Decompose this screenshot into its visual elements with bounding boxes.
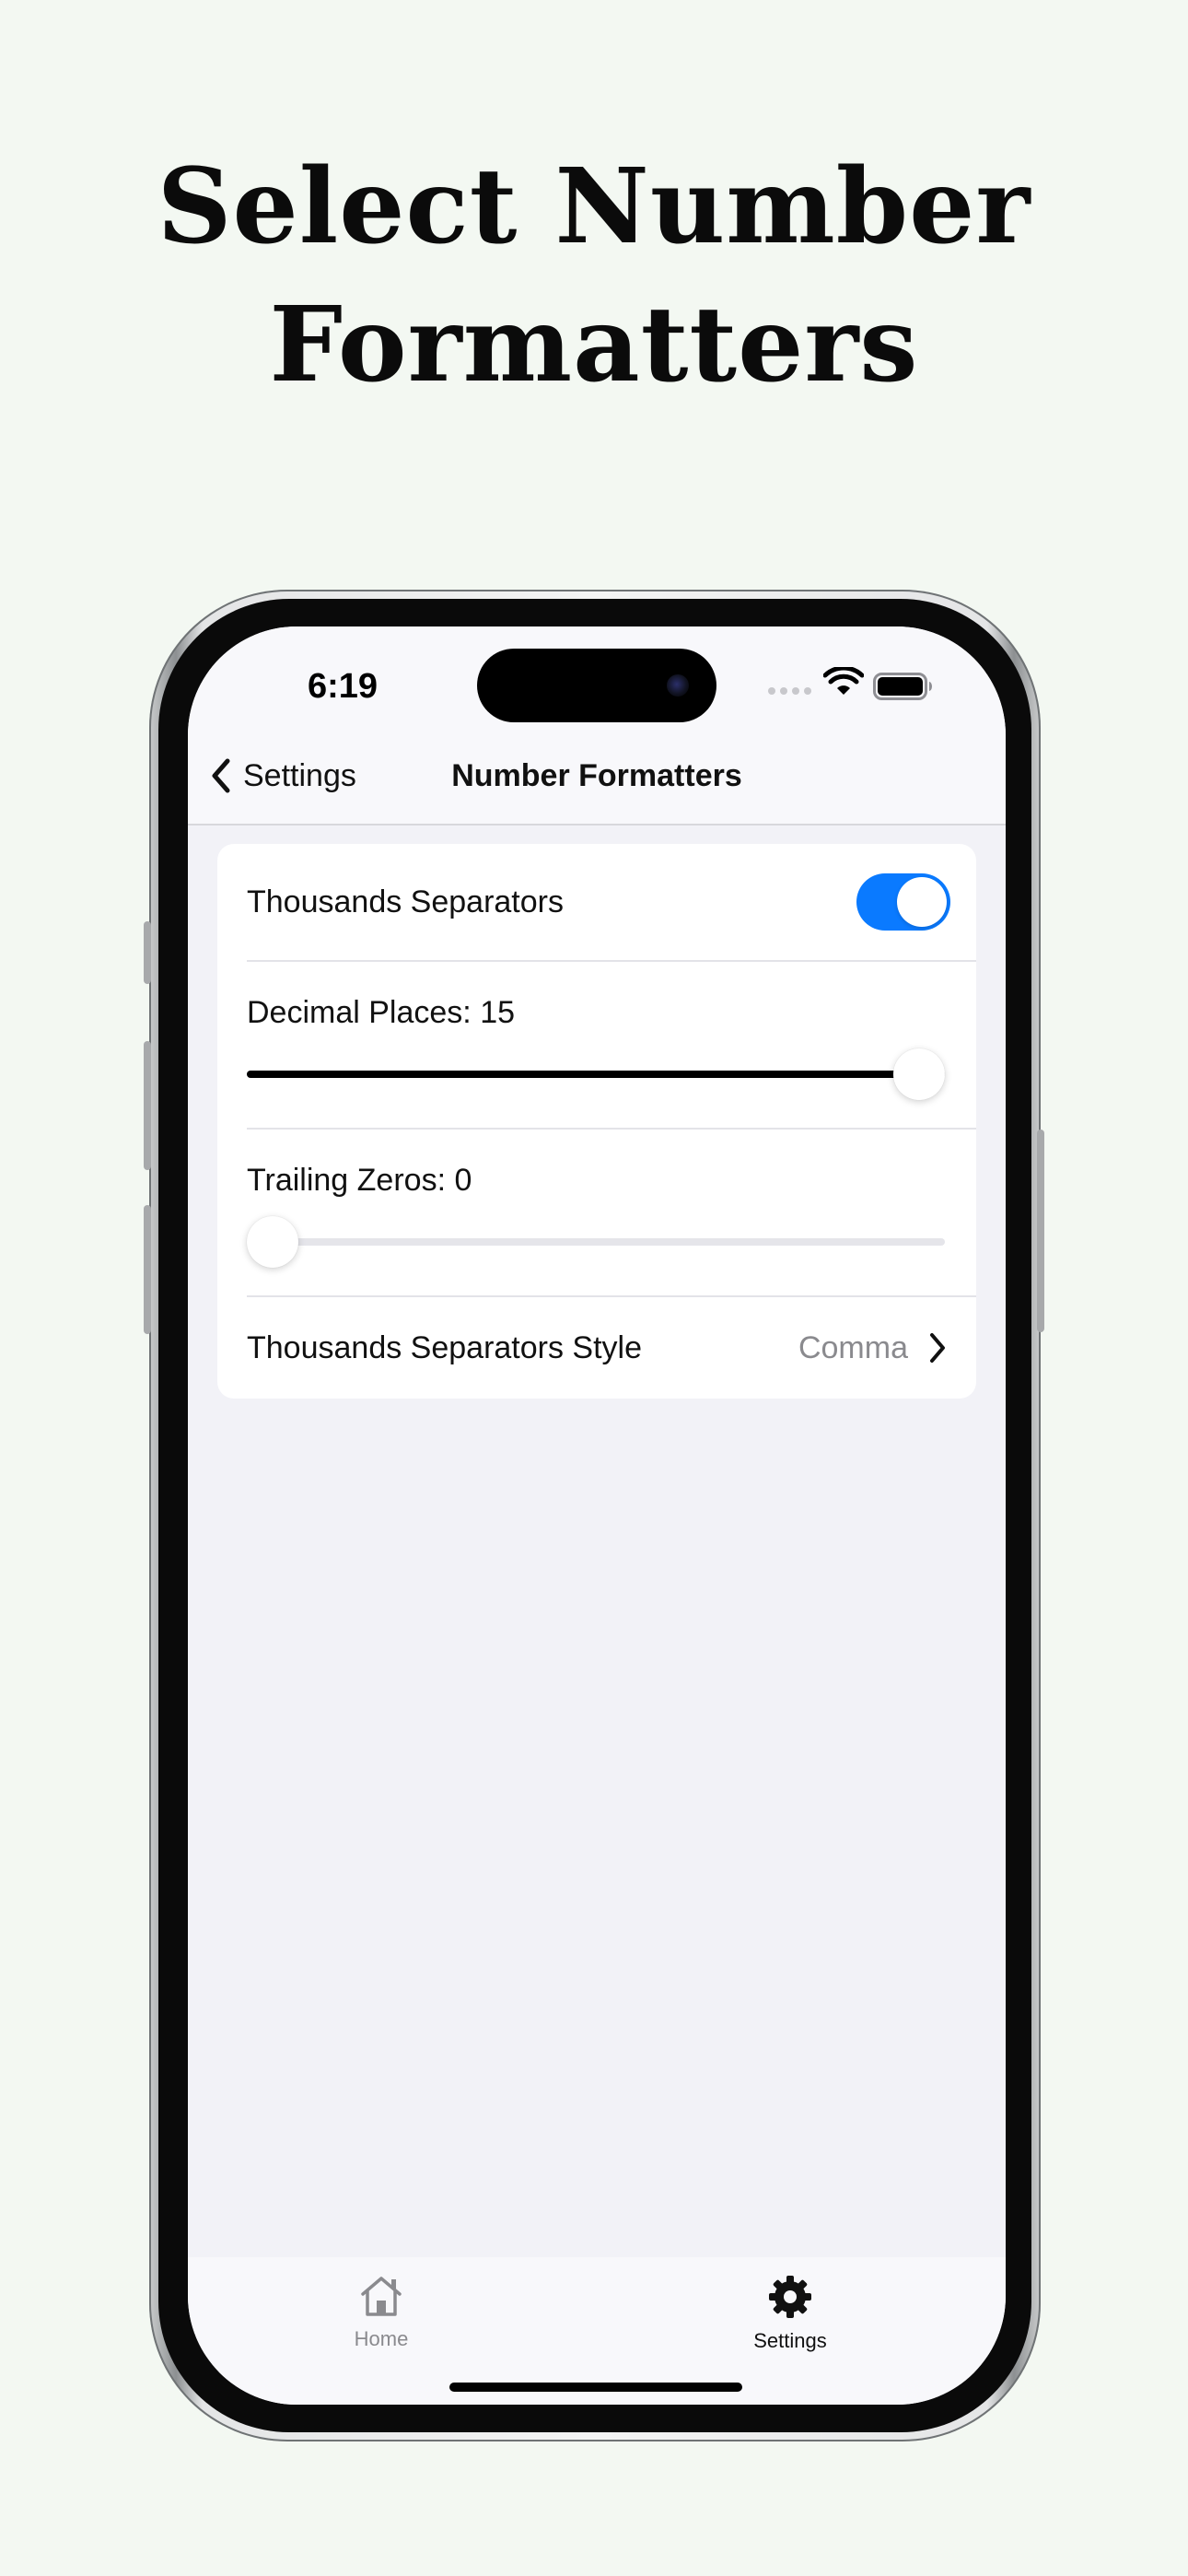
trailing-zeros-row: Trailing Zeros: 0 [247, 1130, 976, 1297]
headline-line-1: Select Number [157, 146, 1031, 267]
chevron-right-icon [930, 1333, 945, 1363]
tab-settings[interactable]: Settings [716, 2274, 864, 2353]
thousands-separators-label: Thousands Separators [247, 884, 564, 919]
separator-style-value: Comma [798, 1330, 908, 1365]
navigation-bar: Settings Number Formatters [188, 728, 1006, 825]
action-button [144, 921, 151, 984]
trailing-zeros-slider[interactable] [247, 1216, 945, 1268]
separator-style-row[interactable]: Thousands Separators Style Comma [247, 1297, 976, 1399]
volume-down-button [144, 1205, 151, 1334]
tab-settings-label: Settings [753, 2329, 827, 2352]
page-title: Number Formatters [451, 758, 742, 793]
thousands-separators-toggle[interactable] [856, 873, 950, 931]
decimal-places-slider-thumb[interactable] [893, 1048, 945, 1100]
settings-card: Thousands Separators Decimal Places: 15 … [217, 844, 976, 1399]
separator-style-label: Thousands Separators Style [247, 1329, 643, 1365]
phone-screen: 6:19 Settings Number Formatters Thousand… [188, 626, 1006, 2405]
tab-home[interactable]: Home [308, 2274, 455, 2351]
decimal-places-row: Decimal Places: 15 [247, 962, 976, 1130]
camera-icon [667, 674, 689, 697]
status-time: 6:19 [308, 667, 379, 706]
dynamic-island [477, 649, 716, 722]
tab-home-label: Home [354, 2327, 409, 2350]
toggle-knob [897, 877, 947, 927]
status-bar: 6:19 [188, 626, 1006, 728]
decimal-places-slider[interactable] [247, 1048, 945, 1100]
page-headline: Select Number Formatters [0, 138, 1188, 415]
thousands-separators-row: Thousands Separators [247, 844, 976, 962]
gear-icon [769, 2276, 811, 2318]
decimal-places-label: Decimal Places: 15 [247, 995, 516, 1030]
power-button [1037, 1130, 1044, 1332]
wifi-icon [823, 667, 864, 695]
trailing-zeros-slider-thumb[interactable] [247, 1216, 298, 1268]
house-icon [361, 2277, 402, 2316]
home-indicator [449, 2383, 742, 2392]
decimal-places-slider-fill [247, 1071, 945, 1078]
trailing-zeros-label: Trailing Zeros: 0 [247, 1163, 472, 1198]
battery-icon [873, 673, 932, 700]
headline-line-2: Formatters [269, 285, 919, 405]
volume-up-button [144, 1041, 151, 1170]
cellular-signal-icon [768, 687, 811, 695]
